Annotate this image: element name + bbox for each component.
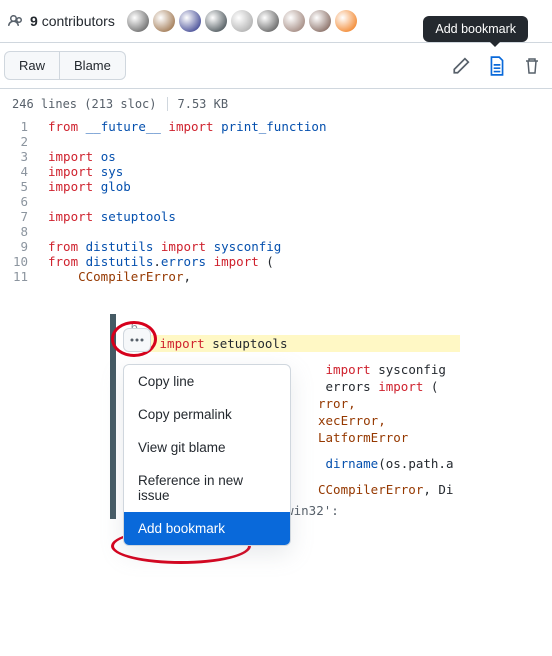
contributor-avatar[interactable]: [153, 10, 175, 32]
menu-copy-line[interactable]: Copy line: [124, 365, 290, 398]
raw-button[interactable]: Raw: [4, 51, 60, 80]
code-line[interactable]: 5import glob: [0, 179, 552, 194]
code-block[interactable]: 1from __future__ import print_function23…: [0, 119, 552, 284]
code-line[interactable]: 11 CCompilerError,: [0, 269, 552, 284]
code-line[interactable]: 10from distutils.errors import (: [0, 254, 552, 269]
code-content: import setuptools: [40, 209, 176, 224]
contributor-avatars[interactable]: [127, 10, 357, 32]
trash-icon: [524, 57, 540, 75]
blame-button[interactable]: Blame: [60, 51, 126, 80]
contributors-label[interactable]: 9 contributors: [30, 13, 115, 29]
menu-copy-permalink[interactable]: Copy permalink: [124, 398, 290, 431]
code-content: [40, 134, 48, 149]
code-content: CCompilerError,: [40, 269, 191, 284]
edit-button[interactable]: [452, 57, 470, 75]
menu-reference-issue[interactable]: Reference in new issue: [124, 464, 290, 512]
code-content: from distutils import sysconfig: [40, 239, 281, 254]
contributor-avatar[interactable]: [309, 10, 331, 32]
code-content: import glob: [40, 179, 131, 194]
contributor-avatar[interactable]: [257, 10, 279, 32]
line-number[interactable]: 6: [0, 194, 40, 209]
line-number[interactable]: 7: [0, 209, 40, 224]
contributor-avatar[interactable]: [283, 10, 305, 32]
line-number[interactable]: 10: [0, 254, 40, 269]
code-line[interactable]: 6: [0, 194, 552, 209]
code-line[interactable]: 2: [0, 134, 552, 149]
line-number[interactable]: 9: [0, 239, 40, 254]
contributor-avatar[interactable]: [179, 10, 201, 32]
code-content: from distutils.errors import (: [40, 254, 274, 269]
code-content: import sys: [40, 164, 123, 179]
file-size: 7.53 KB: [178, 97, 229, 111]
line-actions-button[interactable]: [123, 328, 151, 352]
people-icon: [8, 13, 24, 29]
code-line[interactable]: 3import os: [0, 149, 552, 164]
view-mode-group: Raw Blame: [4, 51, 126, 80]
code-line[interactable]: 8: [0, 224, 552, 239]
line-count: 246 lines (213 sloc): [12, 97, 157, 111]
contributor-avatar[interactable]: [335, 10, 357, 32]
bookmark-button[interactable]: [488, 56, 506, 76]
pencil-icon: [452, 57, 470, 75]
line-number[interactable]: 3: [0, 149, 40, 164]
code-content: [40, 194, 48, 209]
line-context-menu: Copy line Copy permalink View git blame …: [123, 364, 291, 546]
code-line[interactable]: 1from __future__ import print_function: [0, 119, 552, 134]
kebab-icon: [130, 338, 144, 342]
contributor-avatar[interactable]: [205, 10, 227, 32]
file-icon: [488, 56, 506, 76]
line-number[interactable]: 11: [0, 269, 40, 284]
code-content: import os: [40, 149, 116, 164]
highlighted-line[interactable]: import setuptools: [146, 335, 460, 352]
contributor-avatar[interactable]: [231, 10, 253, 32]
line-number[interactable]: 2: [0, 134, 40, 149]
line-number[interactable]: 5: [0, 179, 40, 194]
bookmark-tooltip: Add bookmark: [423, 16, 528, 42]
line-number[interactable]: 1: [0, 119, 40, 134]
line-number[interactable]: 8: [0, 224, 40, 239]
line-number[interactable]: 4: [0, 164, 40, 179]
code-line[interactable]: 7import setuptools: [0, 209, 552, 224]
file-info-bar: 246 lines (213 sloc) 7.53 KB: [0, 88, 552, 119]
code-line[interactable]: 4import sys: [0, 164, 552, 179]
contributor-avatar[interactable]: [127, 10, 149, 32]
delete-button[interactable]: [524, 57, 540, 75]
code-snippet-panel: 6 7 import setuptools Copy line Copy per…: [110, 314, 460, 519]
menu-view-git-blame[interactable]: View git blame: [124, 431, 290, 464]
code-line[interactable]: 9from distutils import sysconfig: [0, 239, 552, 254]
code-content: [40, 224, 48, 239]
code-content: from __future__ import print_function: [40, 119, 326, 134]
menu-add-bookmark[interactable]: Add bookmark: [124, 512, 290, 545]
